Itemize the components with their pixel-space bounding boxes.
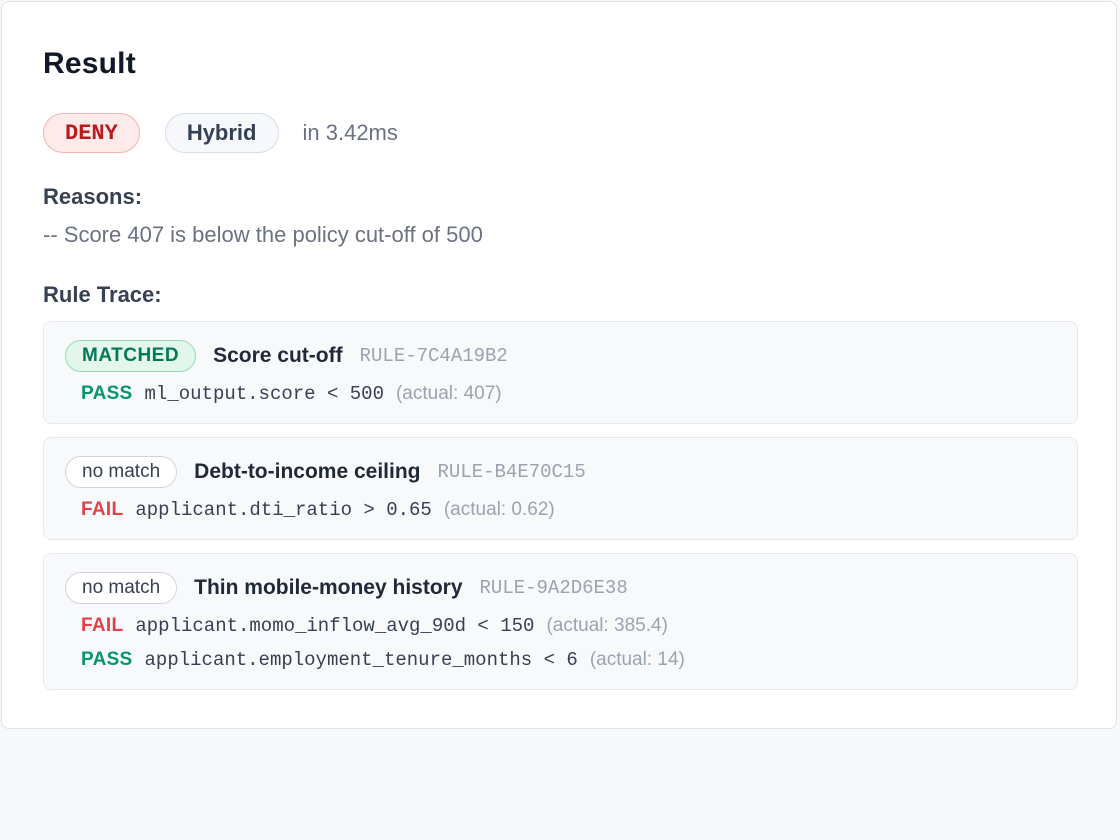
reason-item: -- Score 407 is below the policy cut-off…: [43, 222, 483, 247]
condition-expression: ml_output.score < 500: [144, 383, 384, 405]
rule-trace-item-thin-mobile-money: no match Thin mobile-money history RULE-…: [43, 553, 1078, 690]
condition-actual: (actual: 385.4): [546, 615, 668, 636]
rule-header: no match Thin mobile-money history RULE-…: [65, 571, 628, 605]
condition-verdict: PASS: [81, 383, 133, 404]
condition-expression: applicant.momo_inflow_avg_90d < 150: [135, 615, 535, 637]
rule-condition: PASS applicant.employment_tenure_months …: [81, 645, 685, 675]
result-title: Result: [43, 47, 136, 80]
condition-actual: (actual: 14): [589, 649, 685, 670]
rule-trace-label: Rule Trace:: [43, 282, 162, 307]
result-card: Result DENY Hybrid in 3.42ms Reasons: --…: [1, 1, 1117, 729]
rule-id: RULE-B4E70C15: [437, 461, 586, 483]
rule-condition: FAIL applicant.momo_inflow_avg_90d < 150…: [81, 611, 668, 641]
rule-header: MATCHED Score cut-off RULE-7C4A19B2: [65, 339, 508, 373]
reasons-label: Reasons:: [43, 184, 143, 209]
decision-badge: DENY: [43, 113, 140, 153]
condition-verdict: PASS: [81, 649, 133, 670]
rule-name: Thin mobile-money history: [194, 576, 463, 599]
rule-trace-item-score-cut-off: MATCHED Score cut-off RULE-7C4A19B2 PASS…: [43, 321, 1078, 424]
condition-verdict: FAIL: [81, 499, 124, 520]
rule-status-badge: no match: [65, 456, 178, 488]
mode-badge: Hybrid: [164, 113, 279, 153]
rule-status-badge: MATCHED: [65, 340, 197, 372]
latency-text: in 3.42ms: [302, 120, 398, 145]
condition-expression: applicant.employment_tenure_months < 6: [144, 649, 578, 671]
rule-condition: PASS ml_output.score < 500 (actual: 407): [81, 379, 502, 409]
rule-name: Debt-to-income ceiling: [194, 460, 421, 483]
rule-header: no match Debt-to-income ceiling RULE-B4E…: [65, 455, 586, 489]
condition-actual: (actual: 0.62): [443, 499, 555, 520]
condition-verdict: FAIL: [81, 615, 124, 636]
rule-condition: FAIL applicant.dti_ratio > 0.65 (actual:…: [81, 495, 555, 525]
rule-name: Score cut-off: [213, 344, 343, 367]
result-badges: DENY Hybrid in 3.42ms: [43, 112, 398, 154]
condition-expression: applicant.dti_ratio > 0.65: [135, 499, 432, 521]
rule-trace-item-debt-to-income: no match Debt-to-income ceiling RULE-B4E…: [43, 437, 1078, 540]
condition-actual: (actual: 407): [395, 383, 502, 404]
rule-status-badge: no match: [65, 572, 178, 604]
rule-id: RULE-9A2D6E38: [479, 577, 628, 599]
rule-id: RULE-7C4A19B2: [359, 345, 508, 367]
